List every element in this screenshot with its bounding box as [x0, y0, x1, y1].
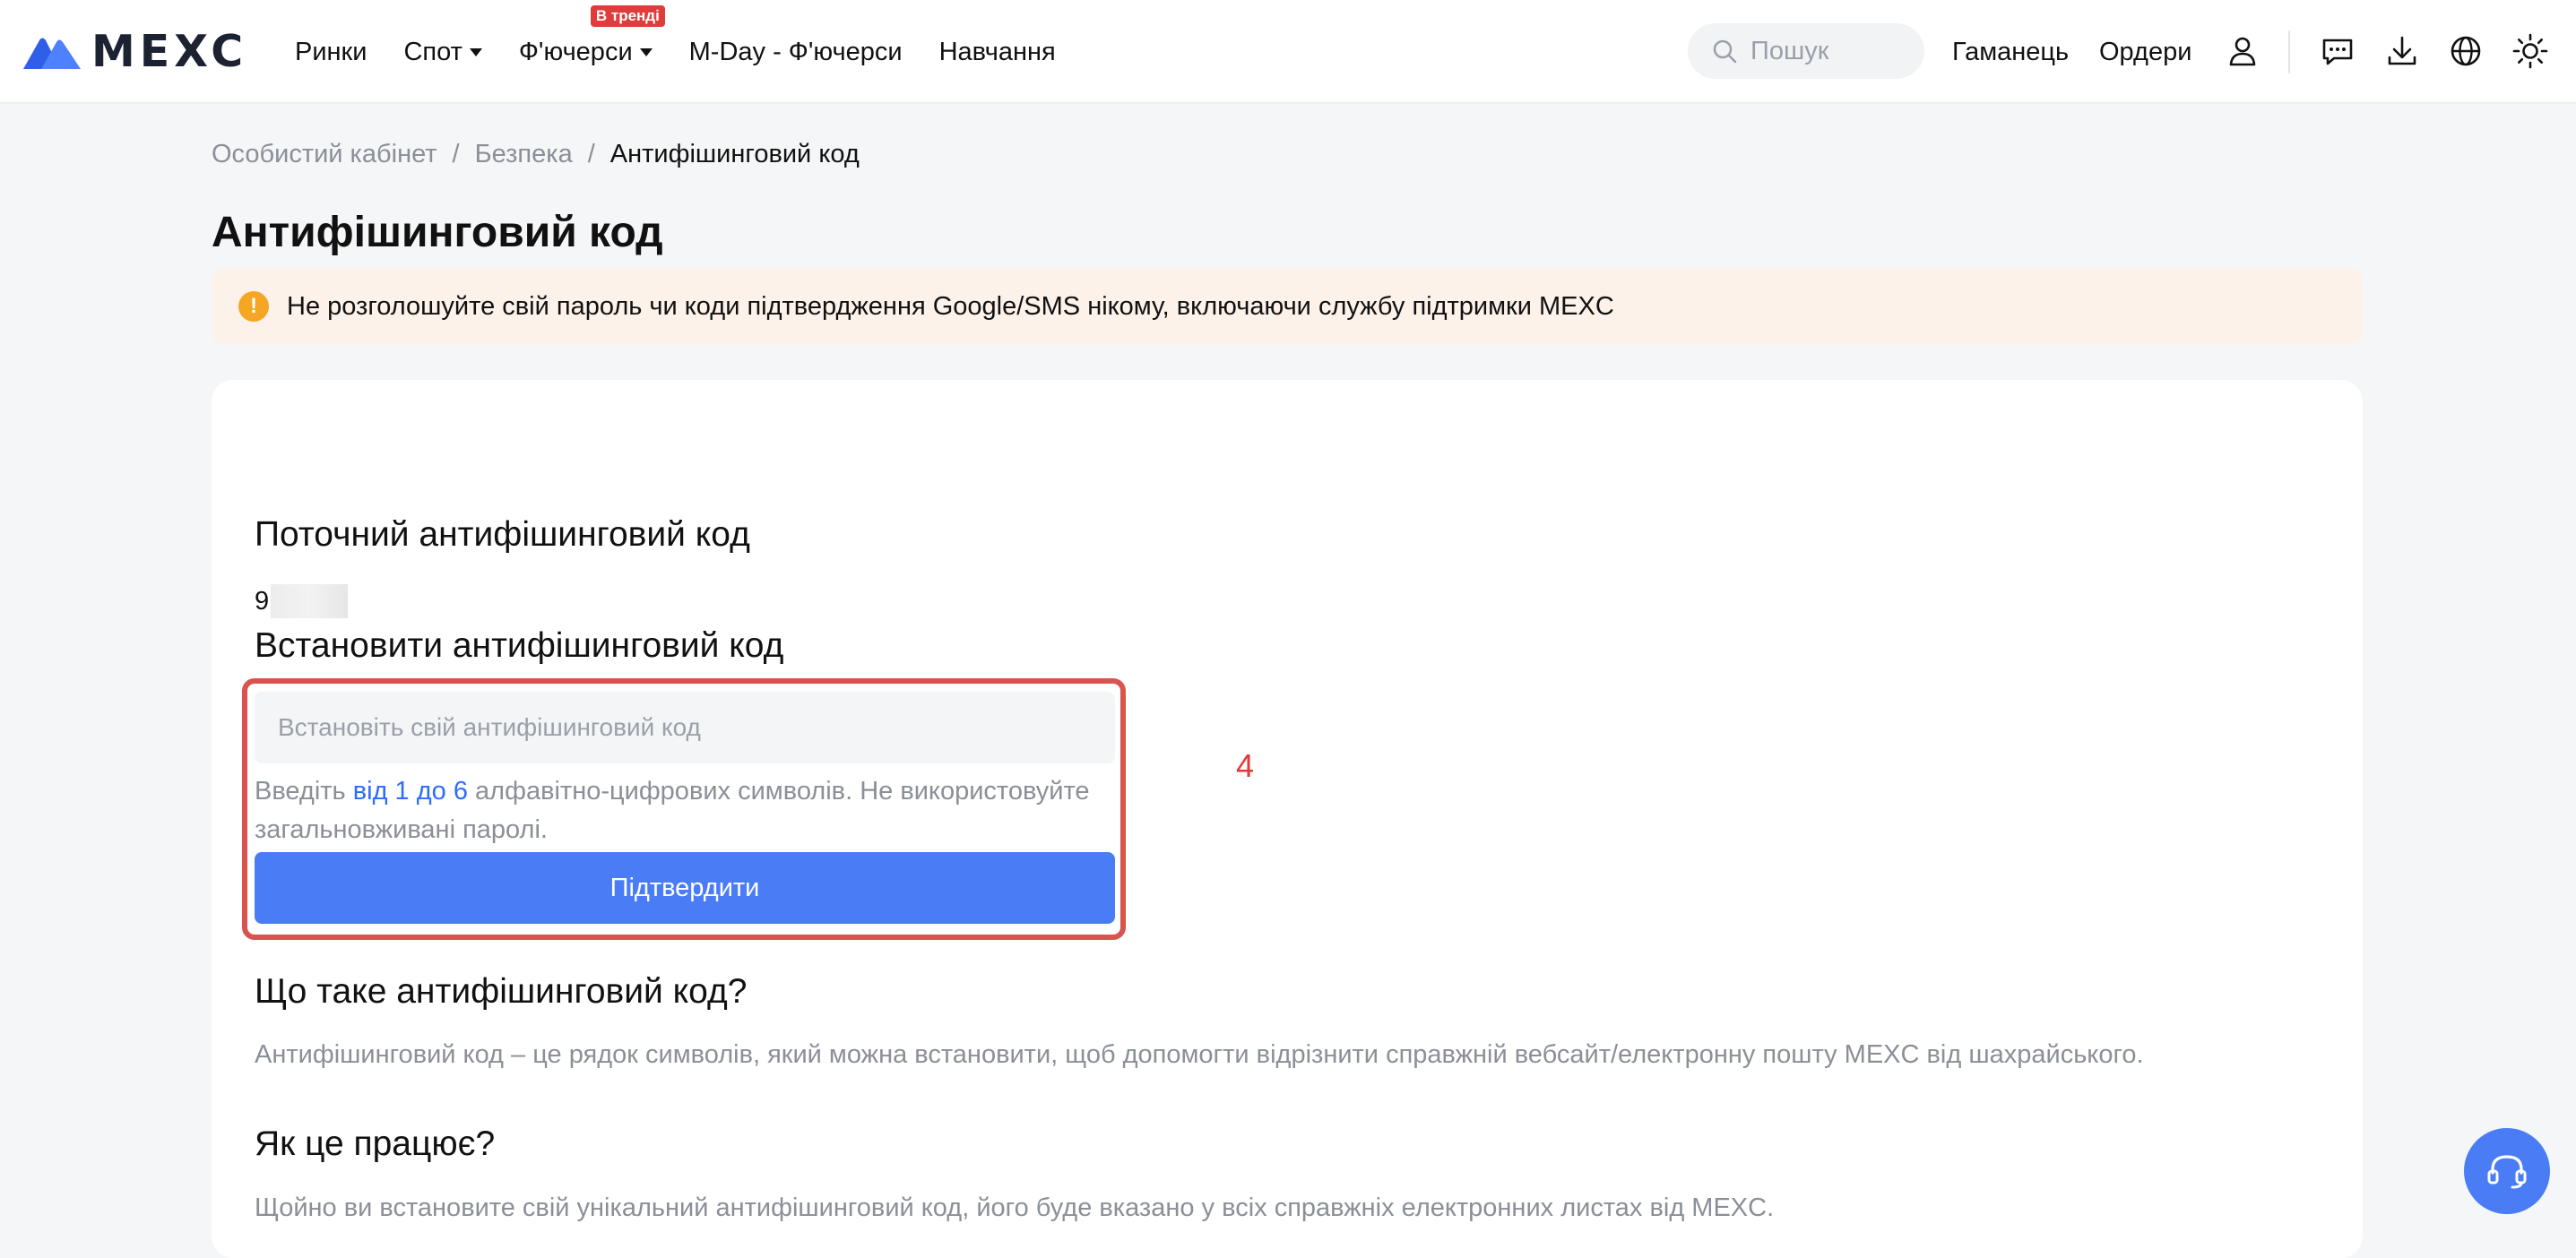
nav-mday-futures-label: M-Day - Ф'ючерси — [688, 37, 903, 66]
caret-down-icon — [469, 47, 482, 56]
security-warning-banner: ! Не розголошуйте свій пароль чи коди пі… — [212, 269, 2363, 344]
nav-futures[interactable]: В тренді Ф'ючерси — [518, 4, 665, 67]
nav-learn-label: Навчання — [938, 37, 1056, 66]
nav-futures-label: Ф'ючерси — [518, 37, 633, 66]
breadcrumb-current: Антифішинговий код — [609, 140, 860, 168]
faq-how-answer: Щойно ви встановите свій унікальний анти… — [255, 1193, 1775, 1222]
breadcrumb-separator: / — [452, 140, 460, 168]
trending-badge: В тренді — [590, 4, 665, 27]
nav-mday-futures[interactable]: M-Day - Ф'ючерси — [689, 38, 903, 67]
current-code-value: 9 — [255, 584, 349, 618]
faq-what-heading: Що таке антифішинговий код? — [255, 972, 748, 1011]
masked-code-blur — [271, 584, 349, 618]
annotation-step-number: 4 — [1236, 747, 1255, 784]
nav-orders[interactable]: Ордери — [2099, 0, 2191, 104]
search-icon — [1713, 39, 1737, 64]
page-title: Антифішинговий код — [212, 209, 663, 256]
nav-markets-label: Ринки — [295, 37, 367, 66]
nav-wallet-label: Гаманець — [1952, 37, 2070, 66]
current-code-heading: Поточний антифішинговий код — [255, 515, 750, 554]
support-headset-icon — [2487, 1155, 2527, 1189]
code-input-hint: Введіть від 1 до 6 алфавітно-цифрових си… — [255, 772, 1115, 849]
user-icon[interactable] — [2224, 32, 2261, 70]
breadcrumb-separator: / — [587, 140, 595, 168]
search-placeholder: Пошук — [1750, 36, 1829, 65]
theme-sun-icon[interactable] — [2511, 32, 2549, 70]
nav-divider — [2288, 30, 2290, 73]
hint-length-range: від 1 до 6 — [352, 777, 468, 806]
nav-learn[interactable]: Навчання — [939, 38, 1056, 67]
security-warning-text: Не розголошуйте свій пароль чи коди підт… — [287, 291, 1614, 321]
set-code-heading: Встановити антифішинговий код — [255, 626, 784, 665]
download-icon[interactable] — [2383, 32, 2421, 70]
nav-wallet[interactable]: Гаманець — [1952, 0, 2069, 104]
faq-how-heading: Як це працює? — [255, 1124, 496, 1163]
nav-spot-label: Спот — [403, 37, 462, 66]
support-chat-button[interactable] — [2464, 1128, 2550, 1214]
anti-phishing-code-input[interactable] — [255, 692, 1115, 763]
brand-name: MEXC — [91, 26, 248, 77]
current-code-visible-part: 9 — [255, 586, 270, 616]
mexc-logo-icon — [23, 38, 81, 69]
search-box[interactable]: Пошук — [1688, 23, 1924, 79]
breadcrumb-security[interactable]: Безпека — [475, 140, 573, 169]
mexc-logo[interactable]: MEXC — [23, 30, 247, 73]
confirm-button[interactable]: Підтвердити — [255, 852, 1115, 924]
top-navigation: MEXC Ринки Спот В тренді Ф'ючерси M-Day … — [0, 0, 2576, 104]
info-icon: ! — [238, 291, 269, 322]
main-nav: Ринки Спот В тренді Ф'ючерси M-Day - Ф'ю… — [295, 0, 1093, 104]
message-icon[interactable] — [2319, 32, 2356, 70]
nav-spot[interactable]: Спот — [403, 37, 482, 67]
breadcrumb-account[interactable]: Особистий кабінет — [212, 140, 437, 169]
breadcrumb: Особистий кабінет / Безпека / Антифішинг… — [212, 140, 860, 169]
caret-down-icon — [639, 47, 653, 56]
hint-prefix: Введіть — [255, 777, 353, 806]
globe-icon[interactable] — [2447, 32, 2485, 70]
nav-orders-label: Ордери — [2099, 37, 2192, 66]
nav-markets[interactable]: Ринки — [295, 38, 367, 67]
faq-what-answer: Антифішинговий код – це рядок символів, … — [255, 1040, 2144, 1069]
